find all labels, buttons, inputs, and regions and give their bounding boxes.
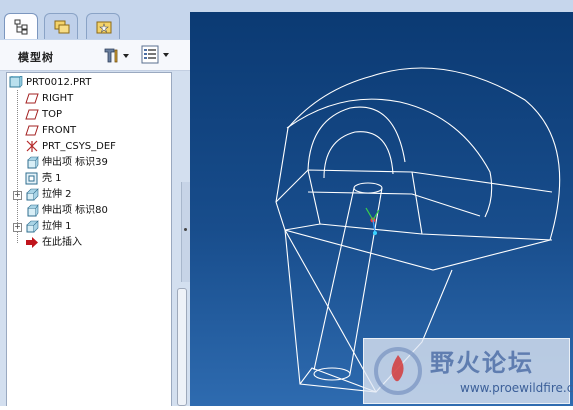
model-tree-header: 模型树 (0, 40, 190, 71)
tree-item-label: 壳 1 (42, 173, 62, 184)
watermark-name: 野火论坛 (430, 349, 534, 377)
tree-vertical-scrollbar[interactable] (177, 288, 187, 406)
datum-plane-icon (25, 125, 39, 136)
tree-show-button[interactable] (140, 45, 172, 69)
tab-favorites[interactable] (86, 13, 120, 39)
expand-extrude-2[interactable]: + (13, 191, 22, 200)
tree-item-label: 伸出项 标识39 (42, 157, 108, 168)
tree-settings-button[interactable] (102, 46, 132, 68)
tree-item-label: 伸出项 标识80 (42, 205, 108, 216)
extrude-icon (26, 220, 39, 233)
expand-extrude-1[interactable]: + (13, 223, 22, 232)
watermark-logo: 野火论坛 www.proewildfire.cn (363, 338, 573, 404)
tree-item-label: 拉伸 2 (42, 189, 72, 200)
tree-item-label: TOP (42, 109, 63, 120)
panel-splitter-handle[interactable] (181, 182, 190, 282)
tree-connector (17, 90, 18, 243)
navigator-panel: 模型树 PRT0012.PRT RIGHT TOP FRONT PRT_CSYS… (0, 0, 190, 406)
extrude-icon (26, 188, 39, 201)
protrusion-icon (27, 156, 39, 169)
insert-here-arrow-icon (26, 237, 38, 248)
tree-item-label: PRT0012.PRT (26, 77, 92, 88)
tree-item-label: FRONT (42, 125, 77, 136)
datum-plane-icon (25, 93, 39, 104)
datum-plane-icon (25, 109, 39, 120)
model-tree-title: 模型树 (18, 51, 54, 64)
protrusion-icon (27, 204, 39, 217)
model-tree-tab-icon (14, 19, 28, 35)
settings-tools-icon (104, 48, 129, 63)
tree-item-label: 在此插入 (42, 237, 82, 248)
tree-item-label: RIGHT (42, 93, 74, 104)
tab-model-tree[interactable] (4, 13, 38, 39)
coordinate-system-icon (26, 140, 38, 152)
part-icon (9, 76, 23, 88)
tree-item-label: PRT_CSYS_DEF (42, 141, 116, 152)
show-list-icon (141, 45, 169, 64)
shell-icon (25, 172, 38, 185)
flame-logo-icon (374, 347, 422, 395)
favorites-tab-icon (96, 21, 112, 34)
tree-item-label: 拉伸 1 (42, 221, 72, 232)
viewport-top-strip (190, 0, 573, 12)
model-tree: PRT0012.PRT RIGHT TOP FRONT PRT_CSYS_DEF… (6, 72, 172, 406)
navigator-tabs (0, 0, 190, 40)
tab-folder-browser[interactable] (44, 13, 78, 39)
watermark-url: www.proewildfire.cn (460, 381, 573, 395)
folder-browser-tab-icon (54, 20, 70, 34)
